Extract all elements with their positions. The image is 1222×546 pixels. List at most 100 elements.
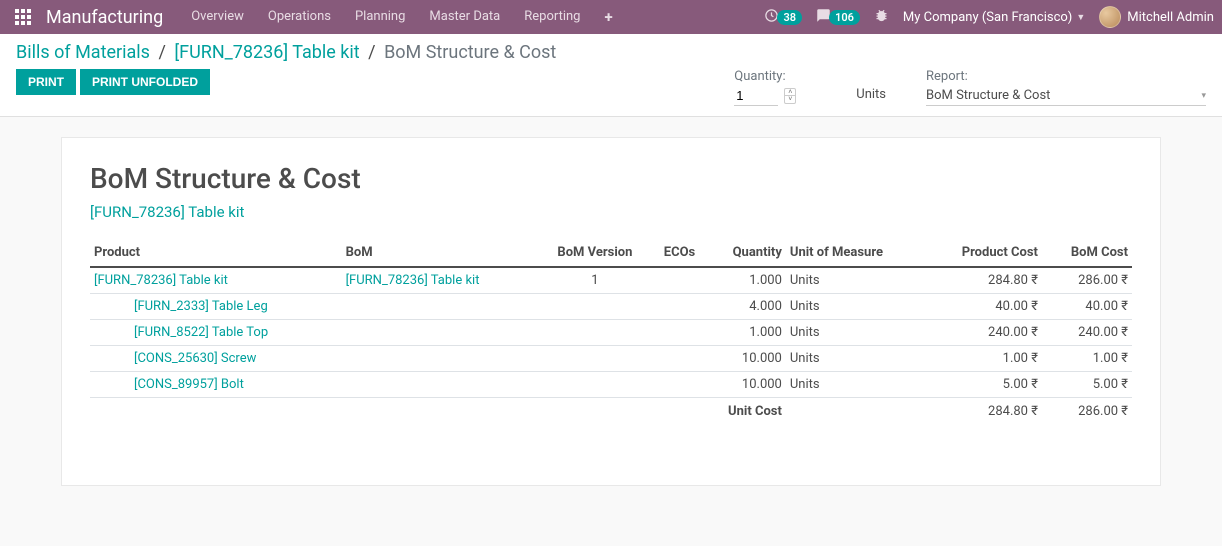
col-quantity: Quantity	[707, 239, 786, 267]
nav-menu: Overview Operations Planning Master Data…	[179, 0, 624, 34]
units-label: Units	[856, 69, 886, 102]
cell-bom: [FURN_78236] Table kit	[342, 267, 538, 294]
apps-icon[interactable]	[8, 9, 38, 25]
nav-master-data[interactable]: Master Data	[417, 0, 512, 34]
navbar-left: Manufacturing Overview Operations Planni…	[8, 0, 625, 34]
top-navbar: Manufacturing Overview Operations Planni…	[0, 0, 1222, 34]
breadcrumb: Bills of Materials / [FURN_78236] Table …	[16, 42, 1206, 63]
cell-quantity: 4.000	[707, 294, 786, 320]
cell-quantity: 10.000	[707, 346, 786, 372]
cell-quantity: 1.000	[707, 320, 786, 346]
caret-down-icon: ▾	[1201, 91, 1206, 101]
cell-uom: Units	[786, 294, 926, 320]
nav-reporting[interactable]: Reporting	[512, 0, 592, 34]
col-bom-version: BoM Version	[538, 239, 653, 267]
cell-ecos	[652, 267, 707, 294]
cell-bom-version	[538, 372, 653, 398]
debug-icon[interactable]	[874, 8, 889, 27]
table-row: [FURN_78236] Table kit [FURN_78236] Table…	[90, 267, 1132, 294]
report-control: Report: BoM Structure & Cost ▾	[926, 69, 1206, 106]
control-bar: Bills of Materials / [FURN_78236] Table …	[0, 34, 1222, 117]
table-row: [CONS_89957] Bolt10.000Units5.00 ₹5.00 ₹	[90, 372, 1132, 398]
cell-product: [FURN_2333] Table Leg	[90, 294, 342, 320]
messages-button[interactable]: 106	[816, 8, 860, 27]
print-button[interactable]: Print	[16, 69, 76, 95]
report-title: BoM Structure & Cost	[90, 162, 1132, 195]
app-brand[interactable]: Manufacturing	[38, 7, 179, 28]
footer-label: Unit Cost	[90, 398, 786, 426]
cell-bom-version	[538, 346, 653, 372]
cell-bom-cost: 40.00 ₹	[1042, 294, 1132, 320]
activities-count: 38	[777, 10, 802, 25]
bom-table: Product BoM BoM Version ECOs Quantity Un…	[90, 239, 1132, 425]
breadcrumb-root[interactable]: Bills of Materials	[16, 42, 150, 63]
cell-product: [CONS_89957] Bolt	[90, 372, 342, 398]
cell-product: [FURN_8522] Table Top	[90, 320, 342, 346]
print-unfolded-button[interactable]: Print Unfolded	[80, 69, 210, 95]
user-name: Mitchell Admin	[1127, 10, 1214, 25]
cell-bom-cost: 286.00 ₹	[1042, 267, 1132, 294]
cell-product-cost: 5.00 ₹	[926, 372, 1042, 398]
cell-product-cost: 240.00 ₹	[926, 320, 1042, 346]
nav-overview[interactable]: Overview	[179, 0, 256, 34]
navbar-right: 38 106 My Company (San Francisco) ▼ Mitc…	[764, 6, 1214, 28]
report-value: BoM Structure & Cost	[926, 88, 1050, 103]
breadcrumb-sep: /	[364, 42, 379, 63]
cell-bom	[342, 320, 538, 346]
cell-ecos	[652, 294, 707, 320]
caret-down-icon: ▼	[1076, 12, 1085, 23]
product-link[interactable]: [FURN_2333] Table Leg	[94, 299, 268, 314]
col-product-cost: Product Cost	[926, 239, 1042, 267]
activities-button[interactable]: 38	[764, 8, 802, 27]
col-uom: Unit of Measure	[786, 239, 926, 267]
control-row: Print Print Unfolded Quantity: ˄ ˅ Units…	[16, 69, 1206, 106]
col-bom: BoM	[342, 239, 538, 267]
product-link[interactable]: [FURN_78236] Table kit	[94, 273, 228, 288]
user-menu[interactable]: Mitchell Admin	[1099, 6, 1214, 28]
breadcrumb-current: BoM Structure & Cost	[384, 42, 556, 63]
cell-ecos	[652, 346, 707, 372]
col-product: Product	[90, 239, 342, 267]
quantity-spinner[interactable]: ˄ ˅	[784, 88, 796, 104]
product-link[interactable]: [FURN_8522] Table Top	[94, 325, 268, 340]
cell-uom: Units	[786, 346, 926, 372]
cell-quantity: 1.000	[707, 267, 786, 294]
cell-bom-version	[538, 294, 653, 320]
controls-right: Quantity: ˄ ˅ Units Report: BoM Structur…	[734, 69, 1206, 106]
cell-product: [CONS_25630] Screw	[90, 346, 342, 372]
report-subtitle-link[interactable]: [FURN_78236] Table kit	[90, 203, 244, 221]
company-switcher[interactable]: My Company (San Francisco) ▼	[903, 10, 1085, 25]
cell-uom: Units	[786, 372, 926, 398]
report-select[interactable]: BoM Structure & Cost ▾	[926, 86, 1206, 106]
cell-quantity: 10.000	[707, 372, 786, 398]
quantity-input[interactable]	[734, 86, 778, 106]
cell-bom-version	[538, 320, 653, 346]
nav-operations[interactable]: Operations	[256, 0, 343, 34]
cell-bom	[342, 346, 538, 372]
cell-bom-version: 1	[538, 267, 653, 294]
table-row: [FURN_8522] Table Top1.000Units240.00 ₹2…	[90, 320, 1132, 346]
bom-link[interactable]: [FURN_78236] Table kit	[346, 273, 480, 288]
nav-planning[interactable]: Planning	[343, 0, 417, 34]
cell-bom-cost: 1.00 ₹	[1042, 346, 1132, 372]
footer-product-cost: 284.80 ₹	[926, 398, 1042, 426]
footer-bom-cost: 286.00 ₹	[1042, 398, 1132, 426]
quantity-label: Quantity:	[734, 69, 796, 84]
product-link[interactable]: [CONS_89957] Bolt	[94, 377, 244, 392]
cell-bom	[342, 372, 538, 398]
table-header-row: Product BoM BoM Version ECOs Quantity Un…	[90, 239, 1132, 267]
nav-new-icon[interactable]: +	[592, 0, 624, 34]
col-bom-cost: BoM Cost	[1042, 239, 1132, 267]
product-link[interactable]: [CONS_25630] Screw	[94, 351, 256, 366]
spinner-down-icon[interactable]: ˅	[785, 96, 795, 103]
report-label: Report:	[926, 69, 1206, 84]
table-footer-row: Unit Cost 284.80 ₹ 286.00 ₹	[90, 398, 1132, 426]
main-content: BoM Structure & Cost [FURN_78236] Table …	[0, 117, 1222, 506]
table-row: [FURN_2333] Table Leg4.000Units40.00 ₹40…	[90, 294, 1132, 320]
cell-ecos	[652, 372, 707, 398]
table-row: [CONS_25630] Screw10.000Units1.00 ₹1.00 …	[90, 346, 1132, 372]
cell-product: [FURN_78236] Table kit	[90, 267, 342, 294]
avatar	[1099, 6, 1121, 28]
breadcrumb-item[interactable]: [FURN_78236] Table kit	[174, 42, 359, 63]
cell-bom-cost: 5.00 ₹	[1042, 372, 1132, 398]
